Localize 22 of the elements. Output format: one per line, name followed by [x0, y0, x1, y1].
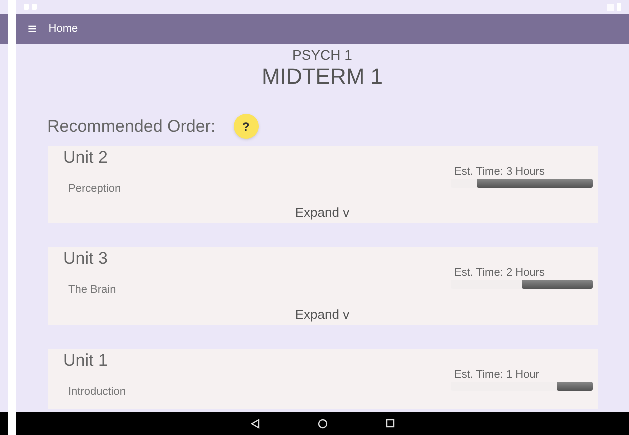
- expand-button[interactable]: Expand v: [295, 306, 350, 322]
- unit-name: Unit 1: [64, 350, 109, 372]
- app-bar-title: Home: [48, 22, 78, 37]
- unit-name: Unit 3: [64, 248, 109, 270]
- unit-name: Unit 2: [64, 146, 109, 168]
- back-icon[interactable]: [250, 418, 260, 428]
- unit-topic: The Brain: [68, 283, 116, 298]
- exam-title: MIDTERM 1: [262, 64, 383, 90]
- estimated-time: Est. Time: 3 Hours: [454, 166, 546, 178]
- home-icon[interactable]: [318, 418, 328, 428]
- section-title: Recommended Order:: [48, 116, 216, 138]
- menu-button[interactable]: ≡: [28, 22, 37, 36]
- recents-icon[interactable]: [386, 419, 394, 428]
- navigation-bar-edge: [0, 412, 8, 435]
- unit-topic: Introduction: [68, 384, 126, 400]
- unit-topic: Perception: [68, 182, 122, 196]
- estimated-time: Est. Time: 2 Hours: [454, 267, 546, 280]
- expand-button[interactable]: Expand v: [295, 205, 350, 221]
- course-title: PSYCH 1: [292, 46, 352, 64]
- help-button[interactable]: ?: [234, 114, 259, 140]
- app-bar-edge: [0, 14, 8, 44]
- estimated-time: Est. Time: 1 Hour: [454, 368, 540, 382]
